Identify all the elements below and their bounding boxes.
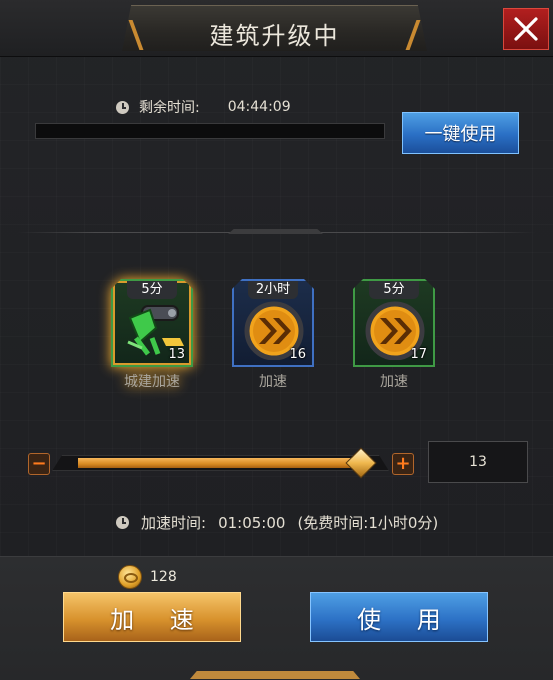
item-time-badge: 5分	[369, 281, 419, 299]
quantity-slider-fill	[78, 458, 360, 468]
item-label: 加速	[259, 374, 287, 390]
free-time-note: (免费时间:1小时0分)	[297, 514, 439, 532]
title-bar: 建筑升级中	[0, 0, 553, 57]
divider-notch	[228, 229, 323, 234]
speedup-time-value: 01:05:00	[218, 513, 286, 532]
close-button[interactable]	[503, 8, 549, 50]
item-count: 16	[289, 347, 306, 362]
speedup-time-label: 加速时间:	[141, 514, 207, 532]
decrease-button[interactable]: −	[28, 453, 50, 475]
speed-up-button[interactable]: 加 速	[63, 592, 241, 642]
clock-icon	[116, 516, 129, 529]
item-count: 17	[410, 347, 427, 362]
item-card: 5分 17	[353, 279, 435, 367]
item-time-badge: 2小时	[248, 281, 298, 299]
bottom-accent-bar	[190, 671, 360, 679]
item-time-badge: 5分	[127, 281, 177, 299]
quantity-input[interactable]: 13	[428, 441, 528, 483]
dialog-title: 建筑升级中	[209, 22, 340, 50]
close-icon	[514, 17, 538, 41]
gold-coin-icon	[118, 565, 142, 589]
one-key-use-button[interactable]: 一键使用	[402, 112, 519, 154]
item-label: 城建加速	[124, 374, 180, 390]
title-plate: 建筑升级中	[122, 5, 427, 51]
remaining-time-value: 04:44:09	[227, 99, 291, 115]
speedup-item-5m[interactable]: 5分 17 加速	[353, 279, 435, 391]
plus-icon: +	[395, 453, 411, 474]
cost-row: 128	[118, 565, 177, 589]
item-label: 加速	[380, 374, 408, 390]
use-button[interactable]: 使 用	[310, 592, 488, 642]
increase-button[interactable]: +	[392, 453, 414, 475]
item-count: 13	[168, 347, 185, 362]
upgrade-progress-bar	[35, 123, 385, 139]
speedup-time-row: 加速时间: 01:05:00 (免费时间:1小时0分)	[116, 512, 438, 533]
item-card: 5分 13	[111, 279, 193, 367]
remaining-time-row: 剩余时间: 04:44:09	[116, 97, 291, 117]
quantity-slider-handle[interactable]	[345, 447, 377, 479]
speedup-item-2h[interactable]: 2小时 16 加速	[232, 279, 314, 391]
minus-icon: −	[31, 453, 47, 474]
speedup-item-construction[interactable]: 5分 13 城建加速	[111, 279, 193, 391]
remaining-time-label: 剩余时间:	[139, 100, 200, 116]
item-card: 2小时 16	[232, 279, 314, 367]
upgrade-dialog: 建筑升级中 剩余时间: 04:44:09 一键使用 5分 13 城建加速 2小时…	[0, 0, 553, 680]
clock-icon	[116, 100, 129, 114]
cost-amount: 128	[150, 569, 177, 585]
